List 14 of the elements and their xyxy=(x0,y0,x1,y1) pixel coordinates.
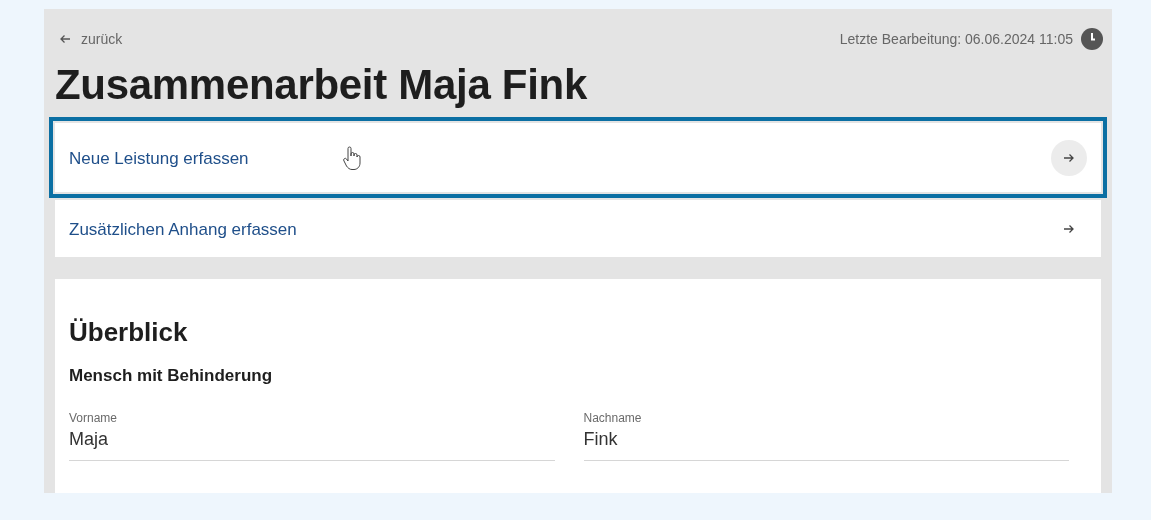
subsection-title: Mensch mit Behinderung xyxy=(69,366,273,386)
field-value: Fink xyxy=(583,429,618,450)
field-label: Nachname xyxy=(583,411,642,425)
last-edit-text: Letzte Bearbeitung: 06.06.2024 11:05 xyxy=(839,31,1073,47)
arrow-left-icon xyxy=(59,33,71,45)
section-title: Überblick xyxy=(69,317,188,348)
arrow-right-icon xyxy=(1063,222,1075,235)
field-value: Maja xyxy=(69,429,108,450)
back-link[interactable]: zurück xyxy=(59,31,123,47)
action-link[interactable]: Zusätzlichen Anhang erfassen xyxy=(55,200,1101,257)
page-title: Zusammenarbeit Maja Fink xyxy=(55,61,587,109)
field-label: Vorname xyxy=(69,411,118,425)
arrow-circle-icon xyxy=(1051,139,1087,176)
clock-icon xyxy=(1081,28,1103,50)
